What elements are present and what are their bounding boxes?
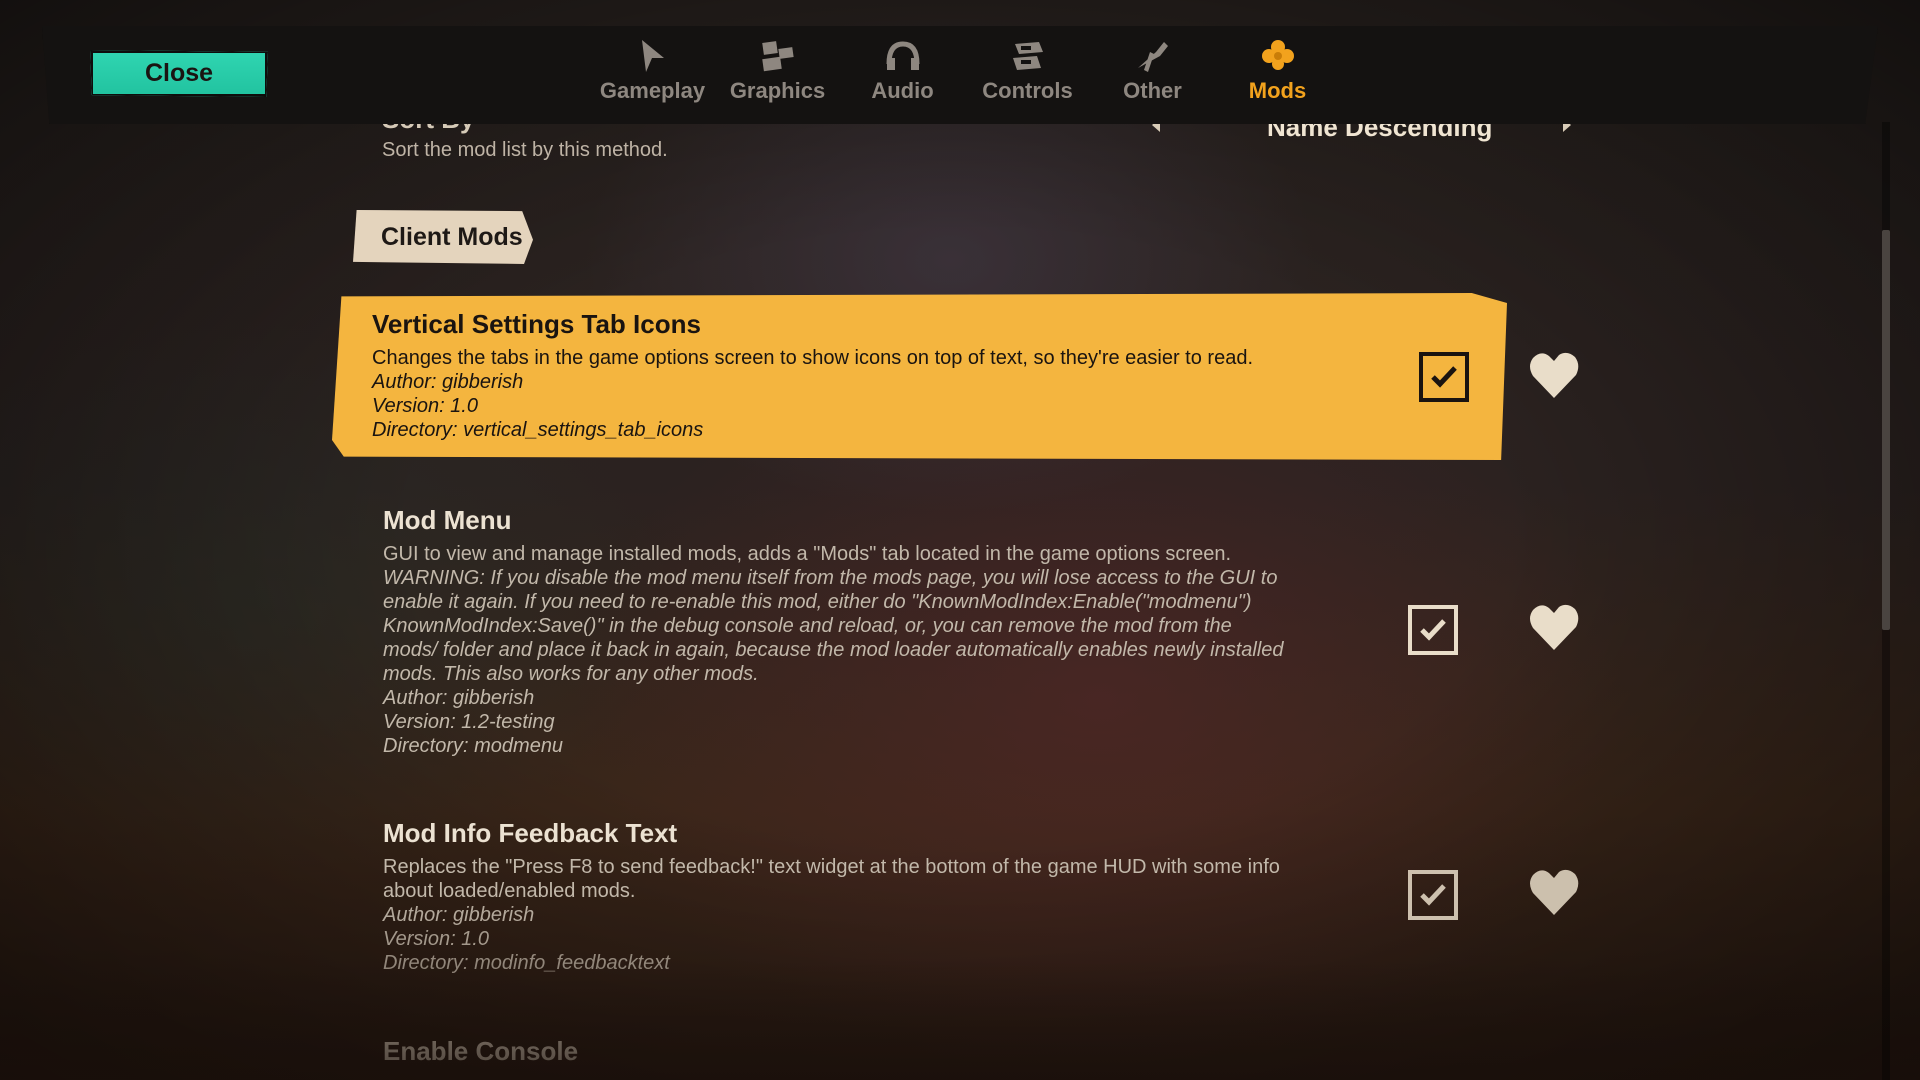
mod-enable-checkbox[interactable]: [1419, 352, 1469, 402]
mod-title: Mod Menu: [383, 505, 512, 535]
checkmark-icon: [1431, 366, 1457, 388]
mod-title: Vertical Settings Tab Icons: [372, 309, 701, 339]
flag-icon: [636, 34, 670, 78]
blocks-icon: [759, 34, 797, 78]
game-options-screen: Close Gameplay Graphics Audio Controls: [0, 0, 1920, 1080]
mod-enable-checkbox[interactable]: [1408, 605, 1458, 655]
mod-title: Enable Console: [383, 1036, 579, 1066]
checkmark-icon: [1420, 619, 1446, 641]
tab-audio[interactable]: Audio: [840, 34, 965, 104]
mod-version: Version: 1.2-testing: [383, 711, 555, 733]
close-button[interactable]: Close: [90, 50, 268, 97]
mod-warning-line: WARNING: If you disable the mod menu its…: [383, 567, 1278, 589]
headphones-icon: [884, 34, 922, 78]
mod-description-line: Replaces the "Press F8 to send feedback!…: [383, 856, 1280, 878]
mod-author: Author: gibberish: [383, 687, 535, 709]
tab-label: Controls: [982, 78, 1073, 103]
favorite-heart-icon[interactable]: [1527, 865, 1581, 923]
mod-title: Mod Info Feedback Text: [383, 818, 678, 848]
favorite-heart-icon[interactable]: [1527, 348, 1581, 406]
options-tabs: Gameplay Graphics Audio Controls Other: [590, 34, 1340, 104]
tab-label: Other: [1123, 78, 1182, 103]
controls-icon: [1009, 34, 1047, 78]
tab-label: Audio: [871, 78, 934, 103]
checkmark-icon: [1420, 884, 1446, 906]
mod-author: Author: gibberish: [383, 904, 535, 926]
tab-label: Gameplay: [599, 78, 706, 103]
tab-other[interactable]: Other: [1090, 34, 1215, 104]
tab-label: Mods: [1248, 78, 1307, 103]
mod-warning-line: mods/ folder and place it back in again,…: [383, 639, 1284, 661]
mod-directory: Directory: modinfo_feedbacktext: [383, 952, 670, 974]
mod-warning-line: mods. This also works for any other mods…: [383, 663, 759, 685]
tab-gameplay[interactable]: Gameplay: [590, 34, 715, 104]
mod-description-line: about loaded/enabled mods.: [383, 880, 636, 902]
mod-description: GUI to view and manage installed mods, a…: [383, 543, 1232, 565]
section-header-client-mods: Client Mods: [353, 210, 533, 264]
mod-description: Changes the tabs in the game options scr…: [372, 347, 1254, 369]
mod-enable-checkbox[interactable]: [1408, 870, 1458, 920]
horn-icon: [1134, 34, 1172, 78]
mod-warning-line: enable it again. If you need to re-enabl…: [383, 591, 1252, 613]
mod-warning-line: KnownModIndex:Save()" in the debug conso…: [383, 615, 1232, 637]
tab-graphics[interactable]: Graphics: [715, 34, 840, 104]
clover-icon: [1259, 34, 1297, 78]
mod-version: Version: 1.0: [383, 928, 489, 950]
mod-directory: Directory: modmenu: [383, 735, 564, 757]
mod-directory: Directory: vertical_settings_tab_icons: [372, 419, 704, 441]
tab-label: Graphics: [729, 78, 826, 103]
sort-description: Sort the mod list by this method.: [382, 139, 668, 161]
mod-version: Version: 1.0: [372, 395, 478, 417]
mod-author: Author: gibberish: [372, 371, 524, 393]
mod-entry-vertical-settings-tab-icons[interactable]: Vertical Settings Tab Icons Changes the …: [332, 293, 1507, 460]
tab-controls[interactable]: Controls: [965, 34, 1090, 104]
favorite-heart-icon[interactable]: [1527, 600, 1581, 658]
tab-mods[interactable]: Mods: [1215, 34, 1340, 104]
scrollbar-thumb[interactable]: [1882, 230, 1890, 630]
